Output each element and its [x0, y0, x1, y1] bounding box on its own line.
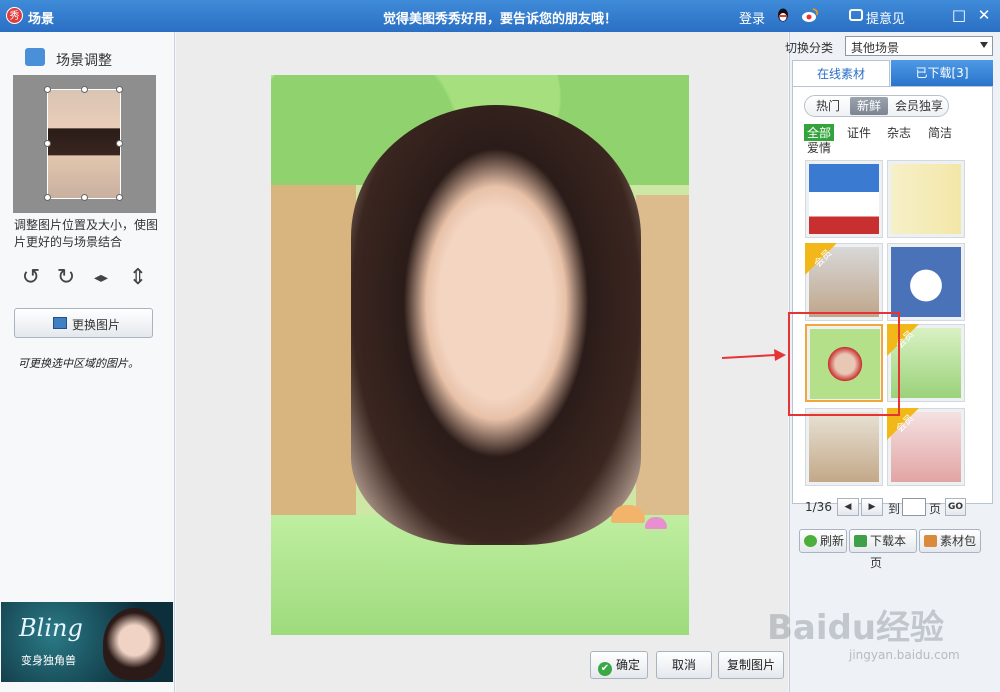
login-link[interactable]: 登录: [739, 8, 765, 27]
canvas-area: [176, 32, 788, 692]
flip-horizontal-icon[interactable]: ◂▸: [88, 265, 114, 291]
ad-portrait: [103, 608, 165, 680]
restore-icon[interactable]: □: [950, 6, 968, 24]
category-value: 其他场景: [851, 41, 900, 55]
title-bar: 秀 场景 觉得美图秀秀好用，要告诉您的朋友哦！ 登录 提意见 □ ✕: [0, 0, 1000, 32]
change-image-button[interactable]: 更换图片: [14, 308, 153, 338]
mushroom: [645, 517, 667, 529]
tab-downloaded[interactable]: 已下载[3]: [891, 60, 993, 86]
rotate-right-icon[interactable]: ↻: [53, 265, 79, 291]
ad-subtitle: 变身独角兽: [21, 654, 76, 667]
rotate-left-icon[interactable]: ↺: [18, 265, 44, 291]
slogan-text: 觉得美图秀秀好用，要告诉您的朋友哦！: [383, 12, 618, 27]
scene-adjust-icon: [25, 48, 45, 66]
page-suffix: 页: [929, 502, 942, 516]
material-pack-button[interactable]: 素材包: [919, 529, 981, 553]
confirm-label: 确定: [615, 658, 640, 672]
flip-vertical-icon[interactable]: ⇕: [125, 265, 151, 291]
category-label: 切换分类: [785, 41, 834, 55]
check-icon: ✔: [597, 662, 612, 676]
qq-icon[interactable]: [775, 7, 791, 25]
watermark: Baidu经验: [767, 608, 945, 648]
red-arrow-annotation: [722, 349, 786, 361]
crop-handle[interactable]: [81, 194, 88, 201]
ad-banner[interactable]: Bling 变身独角兽: [1, 602, 173, 682]
go-button[interactable]: GO: [945, 498, 966, 516]
download-page-button[interactable]: 下载本页: [849, 529, 917, 570]
refresh-button[interactable]: 刷新: [799, 529, 847, 553]
scene-tile[interactable]: [805, 160, 883, 238]
tab-online[interactable]: 在线素材: [792, 60, 890, 86]
refresh-icon: [804, 535, 817, 547]
tile-thumbnail: [891, 247, 961, 317]
tree-trunk-right: [636, 195, 689, 545]
ad-headline: Bling: [19, 614, 83, 642]
scene-adjust-panel: 场景调整 调整图片位置及大小，使图片更好的与场景结合 ↺ ↻ ◂▸ ⇕ 更换图片…: [0, 32, 175, 692]
weibo-icon[interactable]: [801, 7, 819, 23]
refresh-label: 刷新: [820, 534, 845, 548]
page-indicator: 1/36: [805, 500, 832, 514]
watermark-url: jingyan.baidu.com: [849, 648, 960, 662]
filter-new[interactable]: 新鲜: [850, 97, 888, 115]
subcat-love[interactable]: 爱情: [807, 139, 831, 156]
crop-box[interactable]: [44, 86, 123, 201]
scene-tile[interactable]: [887, 243, 965, 321]
package-icon: [924, 535, 937, 547]
prev-page-button[interactable]: ◀: [837, 498, 859, 516]
filter-hot[interactable]: 热门: [810, 97, 846, 115]
crop-handle[interactable]: [44, 86, 51, 93]
subcat-id[interactable]: 证件: [847, 124, 871, 141]
change-image-label: 更换图片: [72, 318, 121, 332]
crop-handle[interactable]: [44, 194, 51, 201]
page-input[interactable]: [902, 498, 926, 516]
tile-thumbnail: [891, 164, 961, 234]
tile-thumbnail: [809, 412, 879, 482]
tree-trunk-left: [271, 125, 356, 545]
help-text: 调整图片位置及大小，使图片更好的与场景结合: [14, 218, 159, 249]
material-pack-label: 素材包: [940, 534, 977, 548]
feedback-link[interactable]: 提意见: [866, 8, 905, 27]
download-icon: [854, 535, 867, 547]
confirm-button[interactable]: ✔ 确定: [590, 651, 648, 679]
cancel-button[interactable]: 取消: [656, 651, 712, 679]
scene-tile[interactable]: [805, 408, 883, 486]
subcat-simple[interactable]: 简洁: [928, 124, 952, 141]
filter-vip[interactable]: 会员独享: [892, 97, 946, 115]
close-icon[interactable]: ✕: [975, 6, 993, 24]
crop-preview[interactable]: [13, 75, 156, 213]
crop-handle[interactable]: [81, 86, 88, 93]
subcat-magazine[interactable]: 杂志: [887, 124, 911, 141]
tile-thumbnail: [809, 164, 879, 234]
crop-handle[interactable]: [116, 140, 123, 147]
crop-handle[interactable]: [116, 86, 123, 93]
feedback-icon[interactable]: [849, 9, 863, 21]
chevron-down-icon: [980, 42, 988, 48]
window-title: 场景: [28, 12, 55, 27]
scene-photo[interactable]: [351, 105, 641, 545]
image-icon: [53, 317, 67, 329]
next-page-button[interactable]: ▶: [861, 498, 883, 516]
hand-note: 可更换选中区域的图片。: [18, 357, 139, 370]
goto-label: 到: [888, 502, 901, 516]
scene-tile[interactable]: [887, 160, 965, 238]
selection-highlight: [788, 312, 900, 416]
panel-title: 场景调整: [56, 53, 112, 69]
scene-preview[interactable]: [271, 75, 689, 635]
category-select[interactable]: 其他场景: [845, 36, 993, 56]
copy-image-button[interactable]: 复制图片: [718, 651, 784, 679]
crop-handle[interactable]: [116, 194, 123, 201]
scene-tile[interactable]: 会员: [887, 408, 965, 486]
scene-tile[interactable]: 会员: [805, 243, 883, 321]
app-logo-icon: 秀: [6, 7, 23, 24]
crop-handle[interactable]: [44, 140, 51, 147]
